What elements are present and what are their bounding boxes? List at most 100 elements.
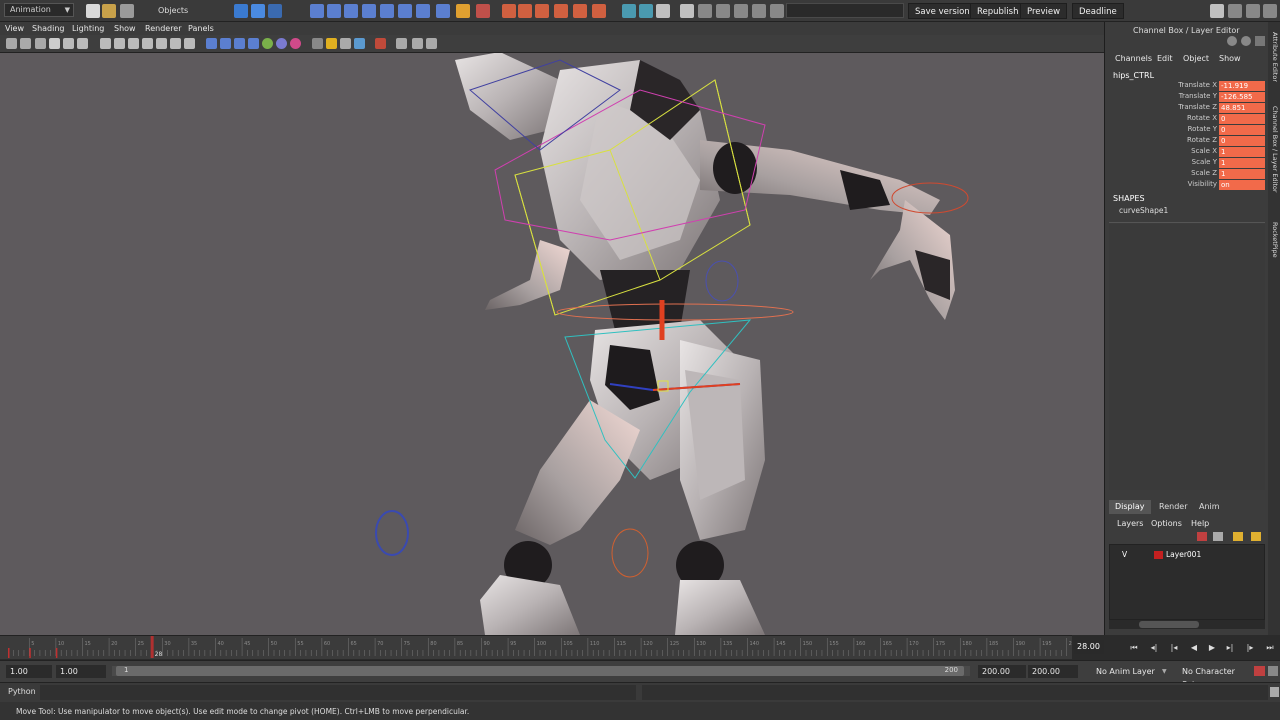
attr-label-rotate-x[interactable]: Rotate X <box>1187 114 1217 122</box>
layout-icon-2[interactable] <box>1246 4 1260 18</box>
isolate-select-icon[interactable] <box>290 38 301 49</box>
safe-title-icon[interactable] <box>184 38 195 49</box>
save-version-button[interactable]: Save version <box>908 3 977 19</box>
attr-label-rotate-z[interactable]: Rotate Z <box>1187 136 1217 144</box>
toggle-human-ik-icon[interactable] <box>639 4 653 18</box>
character-set-selector[interactable]: No Character Set <box>1178 665 1248 689</box>
play-backwards-icon[interactable]: ◀ <box>1186 641 1202 655</box>
animation-start-field[interactable]: 1.00 <box>6 665 52 678</box>
tab-anim[interactable]: Anim <box>1193 500 1226 514</box>
menu-edit[interactable]: Edit <box>1157 54 1173 63</box>
menu-set-selector[interactable]: Animation ▼ <box>4 3 74 17</box>
toggle-channel-box-icon[interactable] <box>698 4 712 18</box>
use-all-lights-icon[interactable] <box>262 38 273 49</box>
select-by-hierarchy-icon[interactable] <box>234 4 248 18</box>
image-plane-icon[interactable] <box>49 38 60 49</box>
attr-field-scale-z[interactable]: 1 <box>1219 169 1265 179</box>
input-output-icon[interactable] <box>398 4 412 18</box>
chevron-down-icon[interactable]: ▼ <box>1162 668 1167 675</box>
attr-label-translate-z[interactable]: Translate Z <box>1178 103 1217 111</box>
toggle-tool-settings-icon[interactable] <box>680 4 694 18</box>
gate-mask-icon[interactable] <box>142 38 153 49</box>
safe-action-icon[interactable] <box>170 38 181 49</box>
attr-field-rotate-x[interactable]: 0 <box>1219 114 1265 124</box>
go-to-end-icon[interactable]: ⏭ <box>1262 641 1278 655</box>
search-options-icon[interactable] <box>770 4 784 18</box>
snap-to-view-plane-icon[interactable] <box>362 4 376 18</box>
selected-node-name[interactable]: hips_CTRL <box>1113 71 1154 80</box>
tab-attribute-editor[interactable]: Attribute Editor <box>1269 32 1279 82</box>
attr-label-translate-x[interactable]: Translate X <box>1178 81 1217 89</box>
keyframe-tick[interactable] <box>29 648 31 658</box>
republish-button[interactable]: Republish <box>970 3 1026 19</box>
menu-channels[interactable]: Channels <box>1115 54 1152 63</box>
save-scene-icon[interactable] <box>120 4 134 18</box>
menu-show[interactable]: Show <box>1219 54 1241 63</box>
go-to-start-icon[interactable]: ⏮ <box>1126 641 1142 655</box>
ipr-render-icon[interactable] <box>518 4 532 18</box>
deadline-button[interactable]: Deadline <box>1072 3 1124 19</box>
depth-of-field-icon[interactable] <box>412 38 423 49</box>
grease-pencil-icon[interactable] <box>77 38 88 49</box>
new-layer-selected-icon[interactable] <box>1213 532 1223 541</box>
attr-label-translate-y[interactable]: Translate Y <box>1179 92 1217 100</box>
toggle-layer-editor-icon[interactable] <box>734 4 748 18</box>
menu-panels[interactable]: Panels <box>188 24 214 33</box>
script-language-label[interactable]: Python <box>8 687 36 696</box>
play-forwards-icon[interactable]: ▶ <box>1204 641 1220 655</box>
tab-display[interactable]: Display <box>1109 500 1151 514</box>
snap-to-curve-icon[interactable] <box>327 4 341 18</box>
layer-visibility-toggle[interactable]: V <box>1122 550 1127 559</box>
menu-view[interactable]: View <box>5 24 24 33</box>
command-input[interactable] <box>40 685 636 700</box>
attr-label-scale-x[interactable]: Scale X <box>1191 147 1217 155</box>
command-search-input[interactable] <box>786 3 904 18</box>
time-slider-ruler[interactable]: 5 10 15 20 25 30 35 40 45 50 55 60 65 70 75 80 85 90 95 100… <box>8 636 1072 660</box>
attr-field-rotate-y[interactable]: 0 <box>1219 125 1265 135</box>
light-editor-icon[interactable] <box>573 4 587 18</box>
panel-toggle-icon[interactable] <box>1210 4 1224 18</box>
menu-show[interactable]: Show <box>114 24 136 33</box>
menu-shading[interactable]: Shading <box>32 24 65 33</box>
animation-end-field[interactable]: 200.00 <box>1028 665 1078 678</box>
render-frame-icon[interactable] <box>502 4 516 18</box>
select-by-object-icon[interactable] <box>251 4 265 18</box>
bookmarks-icon[interactable] <box>35 38 46 49</box>
make-live-icon[interactable] <box>380 4 394 18</box>
render-view-icon[interactable] <box>535 4 549 18</box>
preview-button[interactable]: Preview <box>1020 3 1068 19</box>
robot-scene[interactable] <box>0 53 1104 635</box>
animation-preferences-icon[interactable] <box>1268 666 1278 676</box>
current-time-indicator[interactable] <box>150 636 154 658</box>
menu-renderer[interactable]: Renderer <box>145 24 182 33</box>
tab-render[interactable]: Render <box>1153 500 1193 514</box>
move-tool-icon[interactable] <box>426 38 437 49</box>
time-slider[interactable]: 5 10 15 20 25 30 35 40 45 50 55 60 65 70 75 80 85 90 95 100… <box>0 635 1072 659</box>
robot-mesh[interactable] <box>455 53 955 635</box>
snap-to-grid-icon[interactable] <box>310 4 324 18</box>
panel-options-icon[interactable] <box>1227 36 1237 46</box>
wireframe-icon[interactable] <box>206 38 217 49</box>
layer-move-up-icon[interactable] <box>1233 532 1243 541</box>
attr-label-scale-y[interactable]: Scale Y <box>1192 158 1217 166</box>
menu-object[interactable]: Object <box>1183 54 1209 63</box>
anim-layer-selector[interactable]: No Anim Layer <box>1092 665 1158 678</box>
attr-field-scale-y[interactable]: 1 <box>1219 158 1265 168</box>
2d-pan-zoom-icon[interactable] <box>63 38 74 49</box>
textured-icon[interactable] <box>248 38 259 49</box>
step-back-frame-icon[interactable]: ◂| <box>1146 641 1162 655</box>
camera-select-icon[interactable] <box>6 38 17 49</box>
attr-field-translate-z[interactable]: 48.851 <box>1219 103 1265 113</box>
ambient-occlusion-icon[interactable] <box>354 38 365 49</box>
attr-label-visibility[interactable]: Visibility <box>1188 180 1217 188</box>
layer-list-scrollbar[interactable] <box>1109 620 1265 629</box>
attr-field-visibility[interactable]: on <box>1219 180 1265 190</box>
smooth-shade-icon[interactable] <box>220 38 231 49</box>
shadows-icon[interactable] <box>276 38 287 49</box>
hypershade-icon[interactable] <box>554 4 568 18</box>
attr-label-scale-z[interactable]: Scale Z <box>1191 169 1217 177</box>
step-forward-key-icon[interactable]: ▸| <box>1222 641 1238 655</box>
step-forward-frame-icon[interactable]: |▸ <box>1242 641 1258 655</box>
layout-icon[interactable] <box>1228 4 1242 18</box>
shape-node-name[interactable]: curveShape1 <box>1119 206 1168 215</box>
